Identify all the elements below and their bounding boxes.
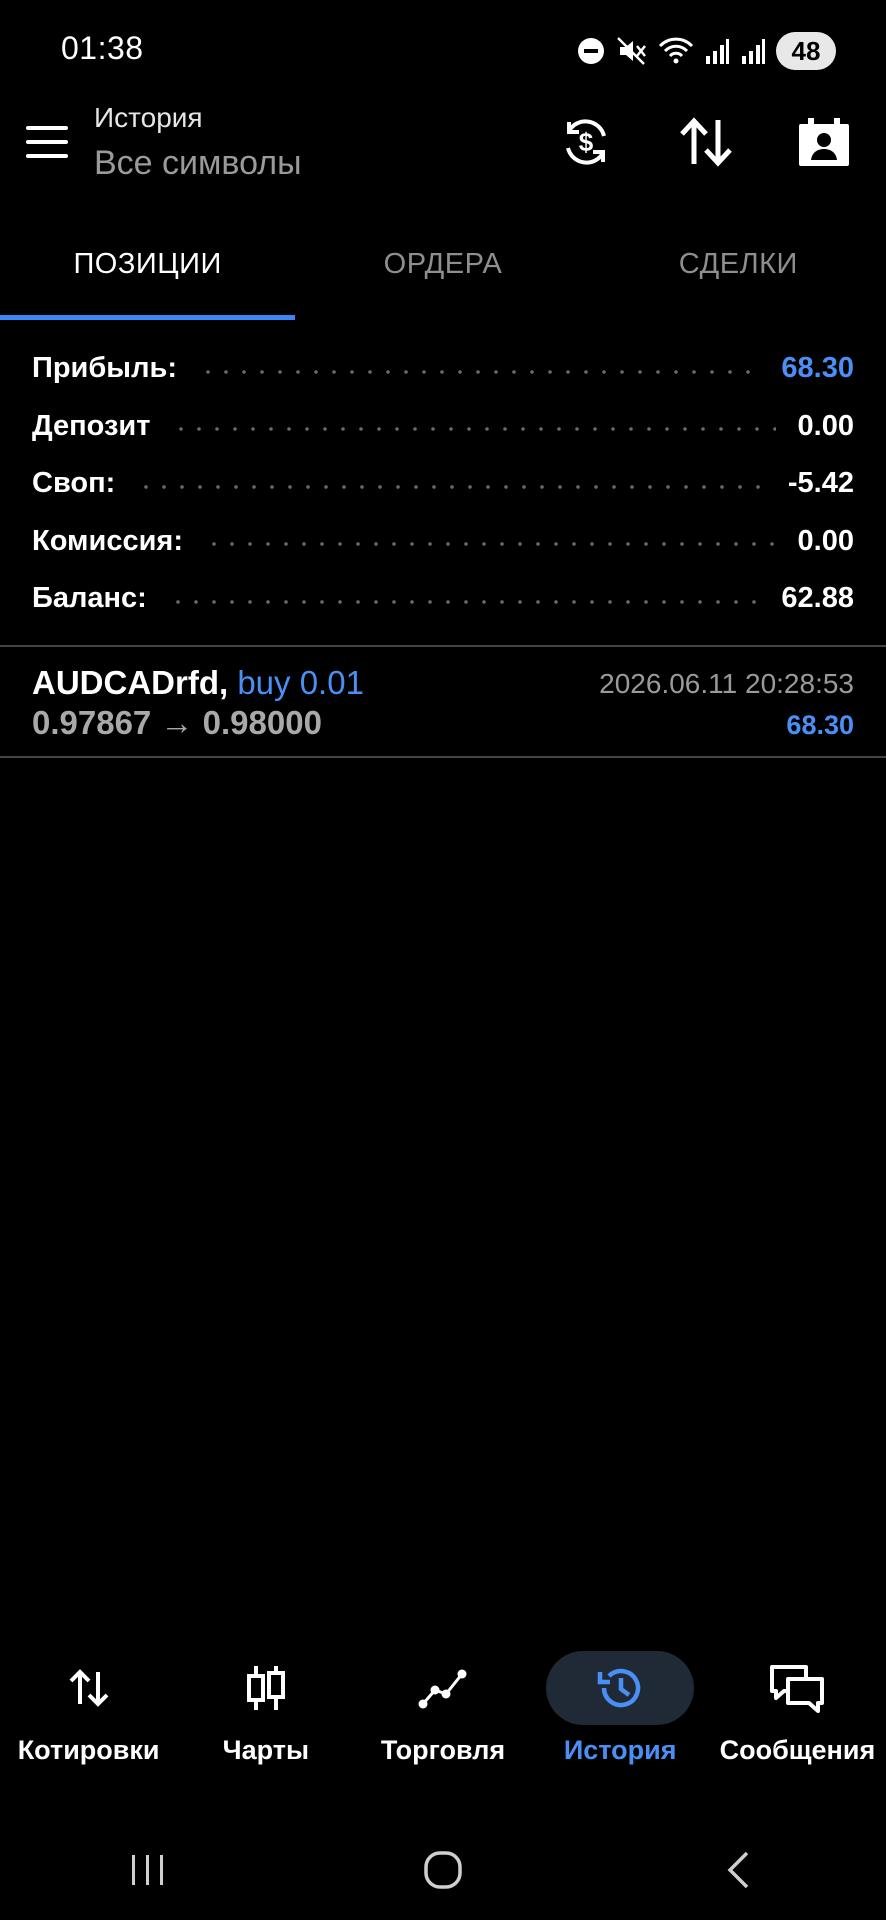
tab-deals[interactable]: СДЕЛКИ bbox=[591, 228, 886, 320]
back-button[interactable] bbox=[678, 1840, 798, 1900]
deposit-value: 0.00 bbox=[797, 409, 854, 442]
tab-orders[interactable]: ОРДЕРА bbox=[295, 228, 590, 320]
position-symbol-line: AUDCADrfd, buy 0.01 bbox=[32, 664, 364, 702]
signal-icon bbox=[706, 39, 729, 64]
divider bbox=[0, 756, 886, 758]
wifi-icon bbox=[658, 37, 694, 64]
swap-label: Своп: bbox=[32, 467, 116, 500]
nav-messages[interactable]: Сообщения bbox=[709, 1650, 886, 1780]
charts-icon bbox=[246, 1666, 285, 1710]
quotes-icon bbox=[69, 1669, 109, 1707]
recent-apps-button[interactable] bbox=[88, 1840, 208, 1900]
system-navigation bbox=[0, 1830, 886, 1910]
menu-icon bbox=[26, 126, 68, 130]
close-price: 0.98000 bbox=[202, 704, 322, 741]
page-title: История bbox=[94, 102, 203, 133]
sort-icon bbox=[680, 117, 732, 167]
symbol-filter[interactable]: Все символы bbox=[94, 144, 302, 183]
commission-label: Комиссия: bbox=[32, 524, 183, 557]
summary-panel: Прибыль: 68.30 Депозит 0.00 Своп: -5.42 … bbox=[32, 340, 854, 628]
back-icon bbox=[727, 1851, 749, 1889]
summary-row-deposit: Депозит 0.00 bbox=[32, 398, 854, 456]
messages-icon bbox=[770, 1665, 825, 1713]
balance-label: Баланс: bbox=[32, 582, 147, 615]
position-profit: 68.30 bbox=[786, 710, 854, 740]
history-icon bbox=[597, 1668, 641, 1708]
currency-exchange-icon: $ bbox=[566, 119, 606, 165]
price-arrow: → bbox=[160, 704, 194, 741]
nav-label: Сообщения bbox=[719, 1735, 876, 1765]
sort-button[interactable] bbox=[676, 112, 736, 172]
nav-label: Чарты bbox=[222, 1735, 309, 1765]
dot-leader bbox=[172, 426, 776, 433]
summary-row-swap: Своп: -5.42 bbox=[32, 455, 854, 513]
position-symbol: AUDCADrfd, bbox=[32, 664, 229, 701]
open-price: 0.97867 bbox=[32, 704, 152, 741]
nav-label: История bbox=[563, 1735, 677, 1765]
bottom-navigation: Котировки Чарты Торговля История Сообщен… bbox=[0, 1650, 886, 1780]
account-icon bbox=[799, 118, 849, 166]
deposit-label: Депозит bbox=[32, 409, 151, 442]
tab-positions[interactable]: ПОЗИЦИИ bbox=[0, 228, 296, 320]
menu-button[interactable] bbox=[26, 126, 68, 158]
dot-leader bbox=[137, 483, 766, 490]
account-button[interactable] bbox=[794, 112, 854, 172]
status-icons: 48 bbox=[576, 30, 836, 72]
dot-leader bbox=[198, 368, 760, 375]
commission-value: 0.00 bbox=[797, 524, 854, 557]
nav-quotes[interactable]: Котировки bbox=[0, 1650, 177, 1780]
nav-history[interactable]: История bbox=[532, 1650, 709, 1780]
position-time: 2026.06.11 20:28:53 bbox=[599, 668, 854, 699]
dot-leader bbox=[168, 598, 760, 605]
svg-text:$: $ bbox=[579, 127, 594, 157]
nav-label: Котировки bbox=[17, 1735, 160, 1765]
profit-value: 68.30 bbox=[781, 352, 854, 385]
home-button[interactable] bbox=[383, 1840, 503, 1900]
position-prices: 0.97867 → 0.98000 bbox=[32, 704, 322, 742]
battery-indicator: 48 bbox=[776, 32, 836, 70]
mute-icon bbox=[617, 37, 646, 65]
position-type: buy 0.01 bbox=[237, 664, 364, 701]
nav-trade[interactable]: Торговля bbox=[354, 1650, 531, 1780]
recent-apps-icon bbox=[131, 1855, 163, 1885]
home-icon bbox=[424, 1851, 462, 1889]
divider bbox=[0, 645, 886, 647]
currency-exchange-button[interactable]: $ bbox=[556, 112, 616, 172]
status-time: 01:38 bbox=[61, 30, 144, 66]
dnd-icon bbox=[578, 38, 604, 64]
swap-value: -5.42 bbox=[787, 467, 854, 500]
summary-row-balance: Баланс: 62.88 bbox=[32, 570, 854, 628]
dot-leader bbox=[204, 541, 776, 548]
profit-label: Прибыль: bbox=[32, 352, 177, 385]
nav-charts[interactable]: Чарты bbox=[177, 1650, 354, 1780]
summary-row-commission: Комиссия: 0.00 bbox=[32, 513, 854, 571]
position-row[interactable]: AUDCADrfd, buy 0.01 0.97867 → 0.98000 20… bbox=[32, 664, 854, 744]
summary-row-profit: Прибыль: 68.30 bbox=[32, 340, 854, 398]
signal-icon bbox=[742, 39, 765, 64]
history-tabs: ПОЗИЦИИ ОРДЕРА СДЕЛКИ bbox=[0, 228, 886, 320]
balance-value: 62.88 bbox=[781, 582, 854, 615]
nav-label: Торговля bbox=[380, 1735, 506, 1765]
trade-icon bbox=[418, 1669, 467, 1709]
